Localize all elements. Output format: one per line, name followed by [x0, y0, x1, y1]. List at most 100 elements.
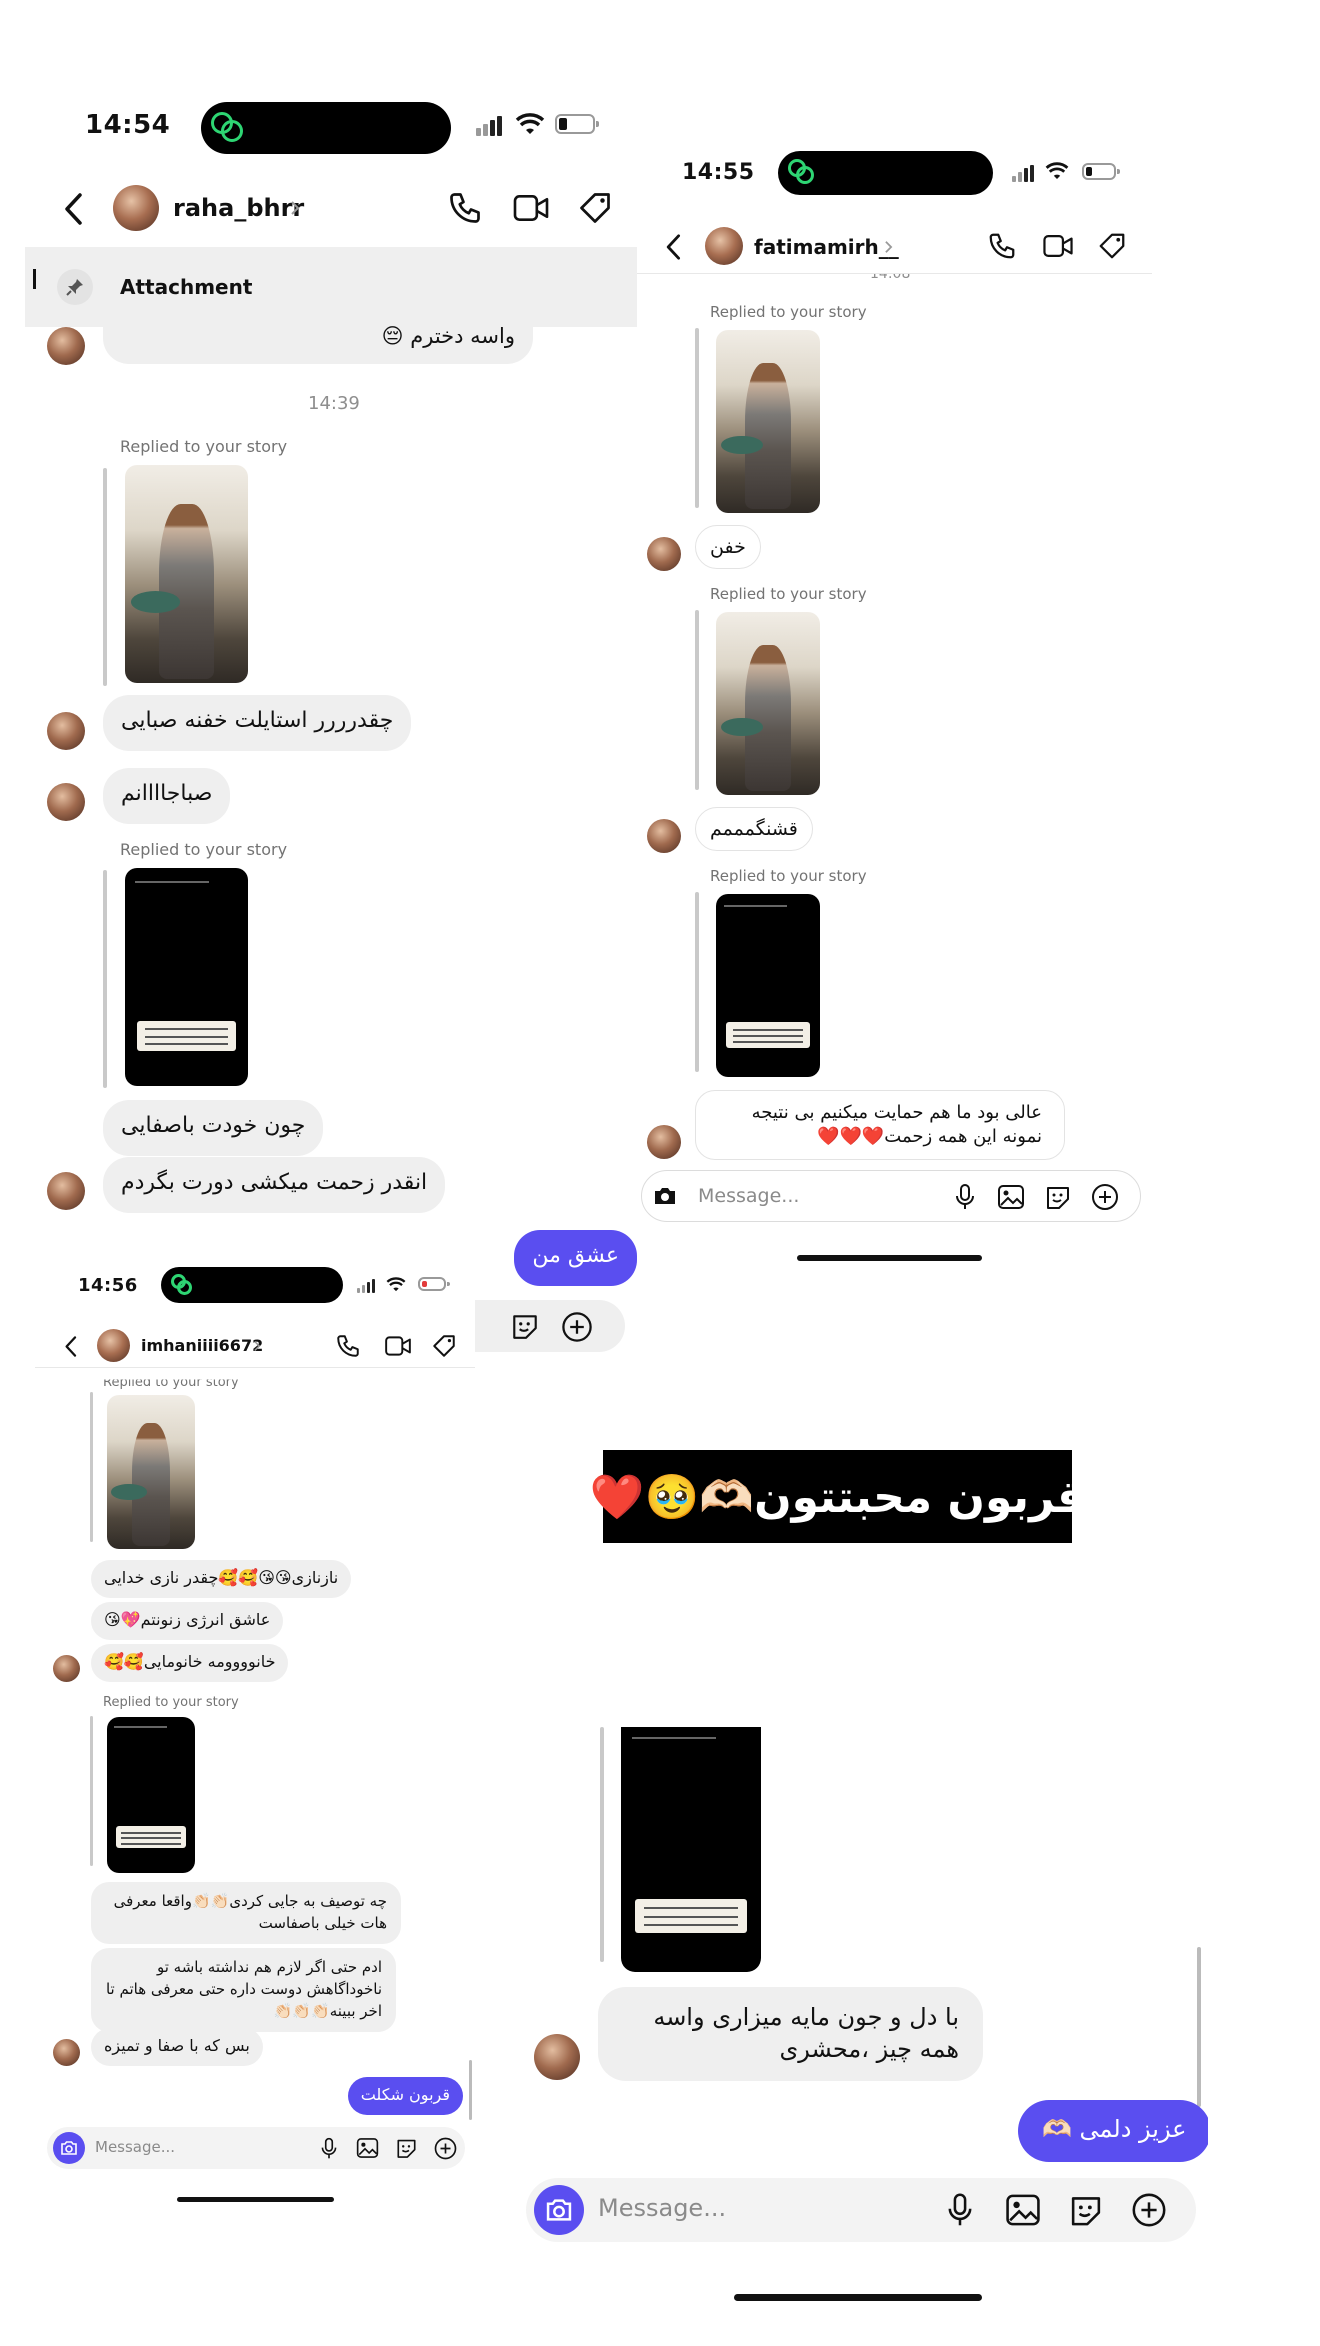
replied-to-story-label: Replied to your story: [710, 867, 867, 885]
scrollbar[interactable]: [469, 2060, 472, 2120]
dynamic-island: [201, 102, 451, 154]
avatar: [47, 712, 85, 750]
message-bubble[interactable]: خانوووومه خانومایی🥰🥰: [91, 1644, 289, 1682]
story-thumbnail[interactable]: [621, 1727, 761, 1972]
video-icon[interactable]: [1042, 232, 1074, 260]
avatar: [53, 1655, 80, 1682]
sticker-icon[interactable]: [1044, 1184, 1072, 1210]
cellular-signal-icon: [357, 1279, 375, 1293]
username[interactable]: imhaniiii6672: [141, 1336, 263, 1355]
plus-icon[interactable]: [1130, 2191, 1168, 2229]
video-icon[interactable]: [512, 192, 550, 224]
message-timestamp: 14:39: [308, 393, 360, 414]
status-bar: 14:55: [637, 135, 1152, 215]
phone-icon[interactable]: [987, 231, 1017, 261]
phone-icon[interactable]: [335, 1333, 361, 1359]
chat-header: fatimamirh__: [637, 219, 1152, 281]
status-time: 14:56: [78, 1275, 138, 1296]
sticker-icon[interactable]: [1068, 2193, 1104, 2227]
camera-icon[interactable]: [534, 2185, 584, 2235]
replied-to-story-label: Replied to your story: [120, 437, 288, 456]
tag-icon[interactable]: [577, 190, 613, 226]
back-chevron-icon[interactable]: [63, 192, 83, 226]
avatar: [47, 783, 85, 821]
gallery-icon[interactable]: [356, 2137, 379, 2159]
microphone-icon[interactable]: [954, 1183, 976, 1211]
avatar: [647, 819, 681, 853]
phone-icon[interactable]: [447, 190, 483, 226]
story-thumbnail[interactable]: [716, 894, 820, 1077]
sticker-icon[interactable]: [510, 1312, 540, 1340]
message-bubble[interactable]: صباجاااانم: [103, 768, 231, 824]
message-bubble[interactable]: با دل و جون مایه میزاری واسه همه چیز ،مح…: [598, 1987, 983, 2081]
chat-panel-detail: با دل و جون مایه میزاری واسه همه چیز ،مح…: [508, 1727, 1208, 2312]
message-bubble[interactable]: انقدر زحمت میکشی دورت بگردم: [103, 1157, 446, 1213]
collage: 14:54 raha_bhrr Attachment واسه دخترم 😔 …: [0, 0, 1320, 2346]
message-bubble[interactable]: خفن: [695, 525, 761, 569]
sent-message-bubble[interactable]: عشق من: [514, 1230, 637, 1286]
tag-icon[interactable]: [431, 1333, 457, 1359]
chevron-right-icon: [885, 241, 893, 253]
reply-line: [695, 610, 699, 790]
message-composer[interactable]: Message...: [526, 2178, 1196, 2242]
chat-panel-raha: 14:54 raha_bhrr Attachment واسه دخترم 😔 …: [25, 80, 637, 1415]
message-bubble[interactable]: قشنگمممم: [695, 807, 813, 851]
sent-message-bubble[interactable]: عزیز دلمی 🫶🏻: [1018, 2100, 1208, 2162]
plus-icon[interactable]: [1090, 1182, 1120, 1212]
message-bubble[interactable]: چه توصیف به جایی کردی👏🏻👏🏻واقعا معرفی هات…: [91, 1882, 401, 1944]
username[interactable]: raha_bhrr: [173, 194, 304, 222]
cellular-signal-icon: [476, 116, 502, 136]
message-bubble[interactable]: عاشق انرژی زنونتم💖😘: [91, 1602, 284, 1640]
status-time: 14:55: [682, 160, 755, 185]
status-bar: 14:54: [25, 80, 637, 170]
story-thumbnail[interactable]: [125, 868, 248, 1086]
message-composer[interactable]: Message...: [641, 1170, 1141, 1222]
back-chevron-icon[interactable]: [665, 233, 681, 261]
reply-line: [103, 468, 107, 686]
scrollbar[interactable]: [1197, 1947, 1201, 2107]
story-thumbnail[interactable]: [716, 612, 820, 795]
thanks-banner: قربون محبتتون🫶🏻🥹❤️: [590, 1450, 1085, 1543]
message-bubble[interactable]: نازنازی😘😘🥰🥰چقدر نازی خدایی: [91, 1560, 352, 1598]
sent-message-bubble[interactable]: قربون شکلت: [347, 2077, 463, 2115]
story-thumbnail[interactable]: [107, 1395, 195, 1549]
panel1-composer-peek: [475, 1300, 625, 1352]
gallery-icon[interactable]: [1005, 2193, 1041, 2227]
message-bubble[interactable]: بس که با صفا و تمیزه: [91, 2028, 263, 2066]
camera-icon[interactable]: [652, 1184, 678, 1208]
back-chevron-icon[interactable]: [64, 1335, 77, 1358]
replied-to-story-label: Replied to your story: [120, 840, 288, 859]
message-bubble[interactable]: چون خودت باصفایی: [103, 1100, 324, 1156]
avatar[interactable]: [705, 227, 743, 265]
message-input-placeholder[interactable]: Message...: [95, 2138, 175, 2156]
avatar: [47, 327, 85, 365]
camera-icon[interactable]: [53, 2132, 85, 2164]
message-bubble[interactable]: واسه دخترم 😔: [103, 312, 533, 364]
chat-header: raha_bhrr: [25, 180, 637, 250]
tag-icon[interactable]: [1097, 231, 1127, 261]
message-input-placeholder[interactable]: Message...: [698, 1185, 799, 1207]
story-thumbnail[interactable]: [125, 465, 248, 683]
message-composer[interactable]: Message...: [47, 2127, 465, 2169]
avatar[interactable]: [97, 1329, 130, 1362]
pin-icon: [57, 269, 93, 305]
story-thumbnail[interactable]: [716, 330, 820, 513]
message-bubble[interactable]: عالی بود ما هم حمایت میکنیم بی نتیجه نمو…: [695, 1090, 1065, 1160]
avatar[interactable]: [113, 185, 159, 231]
message-input-placeholder[interactable]: Message...: [598, 2194, 726, 2222]
microphone-icon[interactable]: [946, 2192, 974, 2228]
message-bubble[interactable]: ادم حتی اگر لازم هم نداشته باشه تو ناخود…: [91, 1948, 396, 2032]
story-thumbnail[interactable]: [107, 1717, 195, 1873]
reply-line: [90, 1392, 93, 1542]
sticker-icon[interactable]: [395, 2137, 418, 2159]
microphone-icon[interactable]: [320, 2137, 338, 2160]
battery-icon: [555, 114, 599, 134]
plus-icon[interactable]: [433, 2136, 458, 2161]
username[interactable]: fatimamirh__: [754, 235, 899, 259]
pinned-label: Attachment: [120, 275, 253, 299]
video-icon[interactable]: [384, 1334, 412, 1358]
plus-icon[interactable]: [560, 1310, 594, 1344]
gallery-icon[interactable]: [997, 1184, 1025, 1210]
message-bubble[interactable]: چقدرررر استایلت خفنه صبایی: [103, 695, 412, 751]
header-divider: [35, 1367, 475, 1368]
